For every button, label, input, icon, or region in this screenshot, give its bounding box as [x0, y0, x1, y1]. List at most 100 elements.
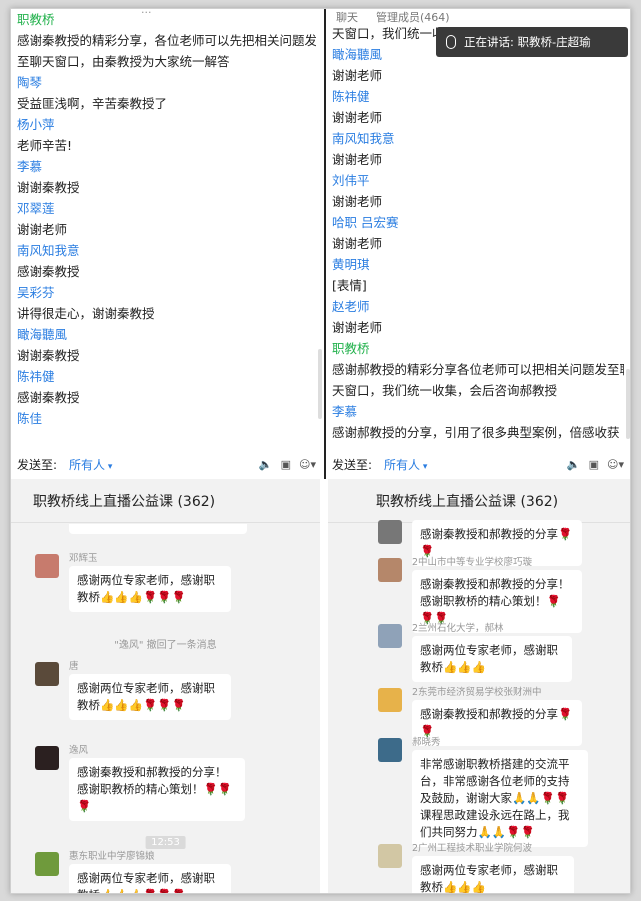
- chat-message-text: [表情]: [332, 278, 367, 293]
- send-to-label: 发送至:: [332, 457, 373, 472]
- chat-sender-name[interactable]: 陶琴: [17, 72, 316, 93]
- volume-icon[interactable]: 🔈: [567, 458, 581, 471]
- message-bubble[interactable]: 感谢秦教授和郝教授的分享！感谢职教桥的精心策划！🌹🌹🌹: [69, 758, 245, 821]
- chat-message-text: 谢谢秦教授: [17, 348, 80, 363]
- send-bar: 发送至: 所有人 🔈 ▣ ☺▾: [11, 449, 324, 479]
- chat-sender-name[interactable]: 陈祎健: [17, 366, 316, 387]
- chat-sender-name[interactable]: 职教桥: [332, 338, 624, 359]
- chat-message-text: 谢谢老师: [332, 194, 383, 209]
- wechat-group-right: ⊥ 职教桥线上直播公益课 (362) 感谢秦教授和郝教授的分享🌹🌹2中山市中等专…: [328, 479, 630, 893]
- scrollbar[interactable]: [626, 369, 630, 439]
- chat-message-text: 至聊天窗口，由秦教授为大家统一解答: [17, 54, 230, 69]
- chat-message-text: 天窗口，我们统一收集，会后咨询郝教授: [332, 383, 558, 398]
- message-item: 逸风感谢秦教授和郝教授的分享！感谢职教桥的精心策划！🌹🌹🌹: [35, 744, 245, 821]
- send-tools: 🔈 ▣ ☺▾: [259, 458, 324, 471]
- chat-message-text: 感谢秦教授: [17, 390, 80, 405]
- chat-message-text: 谢谢秦教授: [17, 180, 80, 195]
- avatar[interactable]: [35, 662, 59, 686]
- send-target-select[interactable]: 所有人: [69, 456, 112, 473]
- chat-message-text: 感谢郝教授的精彩分享各位老师可以把相关问题发至聊: [332, 362, 624, 377]
- chat-sender-name[interactable]: 李慕: [332, 401, 624, 422]
- chat-sender-name[interactable]: 哈职 吕宏赛: [332, 212, 624, 233]
- chat-message-text: 谢谢老师: [332, 236, 383, 251]
- chat-message-text: 受益匪浅啊，辛苦秦教授了: [17, 96, 168, 111]
- avatar[interactable]: [378, 738, 402, 762]
- chat-message-text: 谢谢老师: [332, 68, 383, 83]
- message-bubble[interactable]: 感谢两位专家老师，感谢职教桥👍👍👍🌹🌹🌹: [69, 864, 231, 893]
- message-item: 唐感谢两位专家老师，感谢职教桥👍👍👍🌹🌹🌹: [35, 660, 231, 720]
- live-chat-panel-right: 聊天 管理成员(464) 天窗口，我们统一收集... 瞰海聽風 谢谢老师 陈祎健 谢谢老…: [326, 9, 630, 479]
- chat-message-text: 谢谢老师: [332, 320, 383, 335]
- send-target-select[interactable]: 所有人: [384, 456, 427, 473]
- emoji-icon[interactable]: ☺▾: [299, 458, 316, 471]
- sender-name: 邓辉玉: [69, 553, 98, 564]
- sender-name: 2兰州石化大学，郝林: [412, 623, 504, 634]
- chat-message-text: 感谢秦教授的精彩分享，各位老师可以先把相关问题发: [17, 33, 316, 48]
- chat-sender-name[interactable]: 瞰海聽風: [17, 324, 316, 345]
- speaker-text: 正在讲话: 职教桥-庄超瑜: [464, 35, 591, 49]
- sender-name: 郝晓秀: [412, 737, 441, 748]
- message-bubble[interactable]: 感谢两位专家老师，感谢职教桥👍👍👍🌹🌹🌹: [69, 674, 231, 720]
- message-bubble[interactable]: 非常感谢职教桥搭建的交流平台，非常感谢各位老师的支持及鼓励，谢谢大家🙏🙏🌹🌹课程…: [412, 750, 588, 847]
- chat-message-text: 讲得很走心，谢谢秦教授: [17, 306, 155, 321]
- sender-name: 惠东职业中学廖锦娘: [69, 851, 155, 862]
- send-bar: 发送至: 所有人 🔈 ▣ ☺▾: [326, 449, 630, 479]
- send-tools: 🔈 ▣ ☺▾: [567, 458, 630, 471]
- chat-sender-name[interactable]: 邓翠莲: [17, 198, 316, 219]
- chat-sender-name[interactable]: 陈祎健: [332, 86, 624, 107]
- chat-message-text: 感谢秦教授: [17, 264, 80, 279]
- chat-sender-name[interactable]: 陈佳: [17, 408, 316, 429]
- chat-message-text: 谢谢老师: [17, 222, 68, 237]
- sender-name: 2广州工程技术职业学院何波: [412, 843, 533, 854]
- chat-sender-name[interactable]: 职教桥: [17, 9, 316, 30]
- microphone-icon: [446, 35, 456, 49]
- sender-name: 2东莞市经济贸易学校张财洲中: [412, 687, 542, 698]
- chat-sender-name[interactable]: 南风知我意: [332, 128, 624, 149]
- chat-sender-name[interactable]: 吴彩芬: [17, 282, 316, 303]
- previous-bubble-tail: [69, 524, 247, 534]
- wechat-group-left: ⊥ 职教桥线上直播公益课 (362) 邓辉玉感谢两位专家老师，感谢职教桥👍👍👍🌹…: [11, 479, 320, 893]
- chat-sender-name[interactable]: 赵老师: [332, 296, 624, 317]
- message-item: 郝晓秀非常感谢职教桥搭建的交流平台，非常感谢各位老师的支持及鼓励，谢谢大家🙏🙏🌹…: [378, 736, 588, 847]
- avatar[interactable]: [378, 520, 402, 544]
- message-bubble[interactable]: 感谢两位专家老师，感谢职教桥👍👍👍🌹🌹🌹: [69, 566, 231, 612]
- live-chat-panel-left: ... 职教桥 感谢秦教授的精彩分享，各位老师可以先把相关问题发 至聊天窗口，由秦教…: [11, 9, 324, 479]
- chat-sender-name[interactable]: 李慕: [17, 156, 316, 177]
- sender-name: 唐: [69, 661, 79, 672]
- avatar[interactable]: [378, 688, 402, 712]
- chat-sender-name[interactable]: 刘伟平: [332, 170, 624, 191]
- chat-messages: 职教桥感谢秦教授的精彩分享，各位老师可以先把相关问题发 至聊天窗口，由秦教授为大家…: [17, 9, 316, 447]
- avatar[interactable]: [35, 554, 59, 578]
- avatar[interactable]: [35, 746, 59, 770]
- volume-icon[interactable]: 🔈: [259, 458, 273, 471]
- image-icon[interactable]: ▣: [281, 458, 291, 471]
- panel-gap: [320, 479, 328, 893]
- avatar[interactable]: [378, 558, 402, 582]
- message-item: 邓辉玉感谢两位专家老师，感谢职教桥👍👍👍🌹🌹🌹: [35, 552, 231, 612]
- avatar[interactable]: [378, 844, 402, 868]
- chat-sender-name[interactable]: 杨小萍: [17, 114, 316, 135]
- message-bubble[interactable]: 感谢两位专家老师，感谢职教桥👍👍👍: [412, 636, 572, 682]
- sender-name: 逸风: [69, 745, 89, 756]
- chat-sender-name[interactable]: 黄明琪: [332, 254, 624, 275]
- scrollbar[interactable]: [318, 349, 322, 419]
- chat-sender-name[interactable]: 南风知我意: [17, 240, 316, 261]
- chat-message-text: 感谢郝教授的分享，引用了很多典型案例，倍感收获: [332, 425, 620, 440]
- chat-message-text: 谢谢老师: [332, 110, 383, 125]
- group-title: 职教桥线上直播公益课 (362): [11, 479, 320, 523]
- message-bubble[interactable]: 感谢两位专家老师，感谢职教桥👍👍👍: [412, 856, 574, 893]
- timestamp: 12:53: [145, 836, 186, 849]
- sender-name: 2中山市中等专业学校廖巧璇: [412, 557, 533, 568]
- message-item: 惠东职业中学廖锦娘感谢两位专家老师，感谢职教桥👍👍👍🌹🌹🌹: [35, 850, 231, 893]
- avatar[interactable]: [35, 852, 59, 876]
- send-to-label: 发送至:: [17, 457, 58, 472]
- system-notice: "逸风" 撤回了一条消息: [114, 640, 217, 651]
- speaking-indicator: 正在讲话: 职教桥-庄超瑜: [436, 27, 628, 57]
- chat-message-text: 谢谢老师: [332, 152, 383, 167]
- emoji-icon[interactable]: ☺▾: [607, 458, 624, 471]
- wechat-messages: 感谢秦教授和郝教授的分享🌹🌹 2中山市中等专业学校廖巧璇 感谢秦教授和郝教授的分享！…: [328, 520, 630, 893]
- group-title: 职教桥线上直播公益课 (362): [328, 479, 630, 523]
- image-icon[interactable]: ▣: [589, 458, 599, 471]
- screenshot-collage: ... 职教桥 感谢秦教授的精彩分享，各位老师可以先把相关问题发 至聊天窗口，由秦教…: [10, 8, 631, 894]
- avatar[interactable]: [378, 624, 402, 648]
